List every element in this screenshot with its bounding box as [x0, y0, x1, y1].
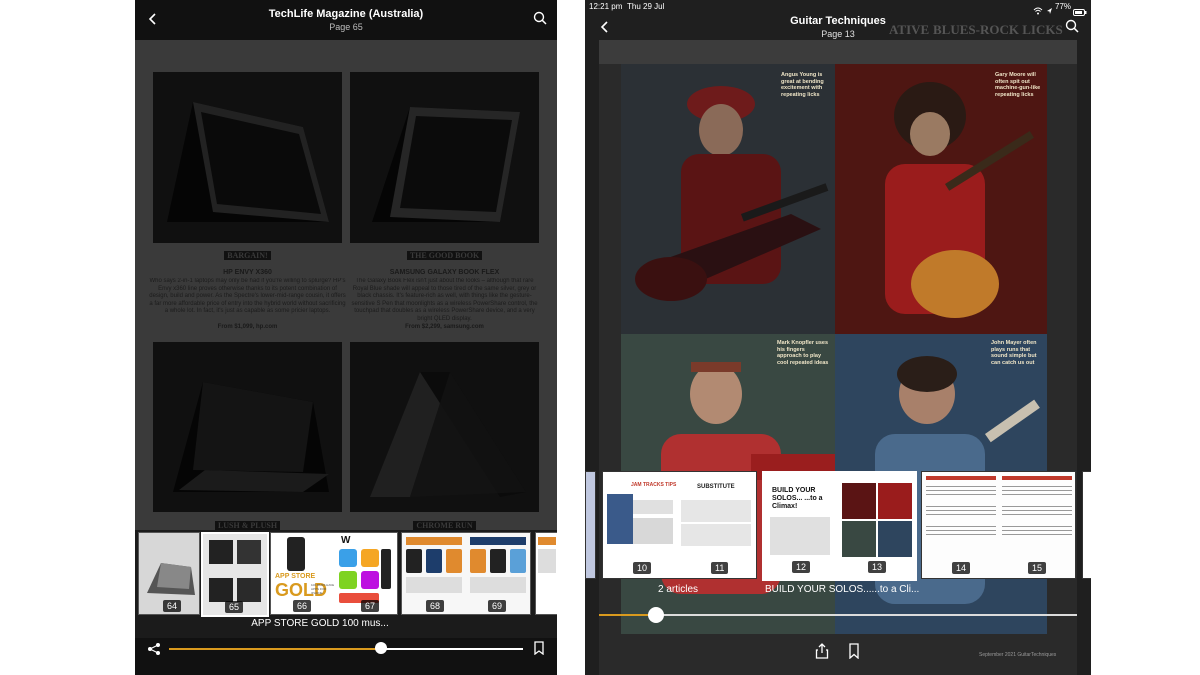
- right-top-bar: Guitar Techniques Page 13: [585, 12, 1091, 42]
- app-store-label: APP STORE: [275, 573, 316, 580]
- page-number-69: 69: [488, 600, 507, 612]
- substitute-heading: SUBSTITUTE: [697, 484, 735, 490]
- laptop-image-4: [350, 342, 539, 512]
- page-number-14: 14: [952, 562, 971, 574]
- page-number-65: 65: [225, 601, 244, 613]
- right-thumbnail-strip: JAM TRACKS TIPS SUBSTITUTE 10 11 BUILD Y…: [585, 470, 1091, 581]
- page-number-64: 64: [163, 600, 182, 612]
- right-page-number: Page 13: [821, 29, 855, 39]
- location-icon: [1046, 2, 1053, 14]
- left-bottom-bar: [135, 638, 557, 675]
- battery-percent: 77%: [1055, 2, 1072, 11]
- search-icon[interactable]: [533, 11, 547, 25]
- left-reader-screen: TechLife Magazine (Australia) Page 65 BA…: [135, 0, 557, 675]
- page-thumbnail-14-15[interactable]: 14 15: [921, 471, 1076, 579]
- status-date: Thu 29 Jul: [627, 2, 665, 11]
- left-page-number: Page 65: [329, 22, 363, 32]
- product-banner-1: BARGAIN!: [153, 251, 342, 260]
- search-icon[interactable]: [1065, 19, 1079, 33]
- product-price-1: From $1,099, hp.com: [217, 324, 278, 330]
- note-angus: Angus Young is great at bending exciteme…: [781, 72, 824, 98]
- left-title: TechLife Magazine (Australia): [268, 8, 424, 20]
- page-thumbnail-9[interactable]: [585, 471, 596, 579]
- page-header-band: [599, 40, 1077, 64]
- wifi-icon: [1033, 2, 1043, 15]
- page-slider-progress: [169, 648, 382, 650]
- gold-subtitle: 100 MUST-HAVE APPS FOR IPHONE: [311, 583, 335, 595]
- w-logo: W: [341, 535, 351, 546]
- page-number-15: 15: [1028, 562, 1047, 574]
- laptop-image-hp-envy: [153, 72, 342, 243]
- product-banner-2: THE GOOD BOOK: [350, 251, 539, 260]
- battery-icon: [1073, 3, 1087, 16]
- page-number-67: 67: [361, 600, 380, 612]
- bookmark-icon[interactable]: [533, 641, 545, 656]
- product-name-1: HP ENVY X360: [223, 269, 272, 276]
- page-thumbnail-10-11[interactable]: JAM TRACKS TIPS SUBSTITUTE 10 11: [602, 471, 757, 579]
- share-icon[interactable]: [815, 643, 829, 659]
- note-mayer: John Mayer often plays runs that sound s…: [991, 340, 1037, 366]
- page-number-12: 12: [792, 561, 811, 573]
- left-top-bar: TechLife Magazine (Australia) Page 65: [135, 0, 557, 40]
- laptop-image-3: [153, 342, 342, 512]
- page-number-68: 68: [426, 600, 445, 612]
- page-footer: September 2021 GuitarTechniques: [979, 652, 1057, 658]
- page-number-13: 13: [868, 561, 887, 573]
- product-body-2: The Galaxy Book Flex isn't just about th…: [351, 278, 538, 322]
- magazine-page[interactable]: BARGAIN! THE GOOD BOOK HP ENVY X360 SAMS…: [135, 40, 557, 530]
- product-body-1: Who says 2-in-1 laptops may only be had …: [149, 278, 346, 314]
- product-name-2: SAMSUNG GALAXY BOOK FLEX: [389, 269, 500, 276]
- product-banner-4: CHROME RUN: [350, 521, 539, 530]
- laptop-image-galaxy-book: [350, 72, 539, 243]
- page-thumbnail-12-13[interactable]: BUILD YOUR SOLOS... ...to a Climax! 12 1…: [762, 471, 917, 581]
- page-thumbnail-64[interactable]: 64: [138, 532, 200, 615]
- right-title: Guitar Techniques: [790, 15, 886, 27]
- page-number-11: 11: [711, 562, 729, 574]
- page-thumbnail-65[interactable]: 65: [201, 532, 269, 617]
- page-thumbnail-16[interactable]: [1082, 471, 1091, 579]
- right-caption-article-title: BUILD YOUR SOLOS......to a Cli...: [765, 584, 920, 595]
- left-article-caption: APP STORE GOLD 100 mus...: [251, 618, 389, 629]
- photo-gary-moore: Gary Moore will often spit out machine-g…: [835, 64, 1047, 334]
- page-thumbnail-68-69[interactable]: 68 69: [401, 532, 531, 615]
- page-thumbnail-70[interactable]: [535, 532, 557, 615]
- page-slider-track[interactable]: [599, 614, 1077, 616]
- photo-angus-young: Angus Young is great at bending exciteme…: [621, 64, 835, 334]
- bookmark-icon[interactable]: [848, 643, 860, 660]
- page-number-66: 66: [293, 600, 312, 612]
- iphone-graphic: [287, 537, 305, 571]
- page-thumbnail-66-67[interactable]: APP STORE GOLD 100 MUST-HAVE APPS FOR IP…: [270, 532, 398, 615]
- left-thumbnail-strip: 64 65 APP STORE GOLD 100 MUST-HAVE APPS …: [135, 530, 557, 617]
- status-time: 12:21 pm: [589, 2, 623, 11]
- right-caption-articles: 2 articles: [658, 584, 699, 595]
- share-icon[interactable]: [147, 642, 161, 656]
- page-slider-handle[interactable]: [375, 642, 388, 654]
- right-reader-screen: 12:21 pm Thu 29 Jul 77% ATIVE BLUES-ROCK…: [585, 0, 1091, 675]
- note-gary: Gary Moore will often spit out machine-g…: [995, 72, 1041, 98]
- note-knopfler: Mark Knopfler uses his fingers approach …: [777, 340, 829, 366]
- product-banner-3: LUSH & PLUSH: [153, 521, 342, 530]
- product-price-2: From $2,299, samsung.com: [405, 324, 484, 330]
- jam-tracks-heading: JAM TRACKS TIPS: [631, 482, 677, 488]
- app-tiles: [337, 547, 393, 607]
- page-number-10: 10: [633, 562, 652, 574]
